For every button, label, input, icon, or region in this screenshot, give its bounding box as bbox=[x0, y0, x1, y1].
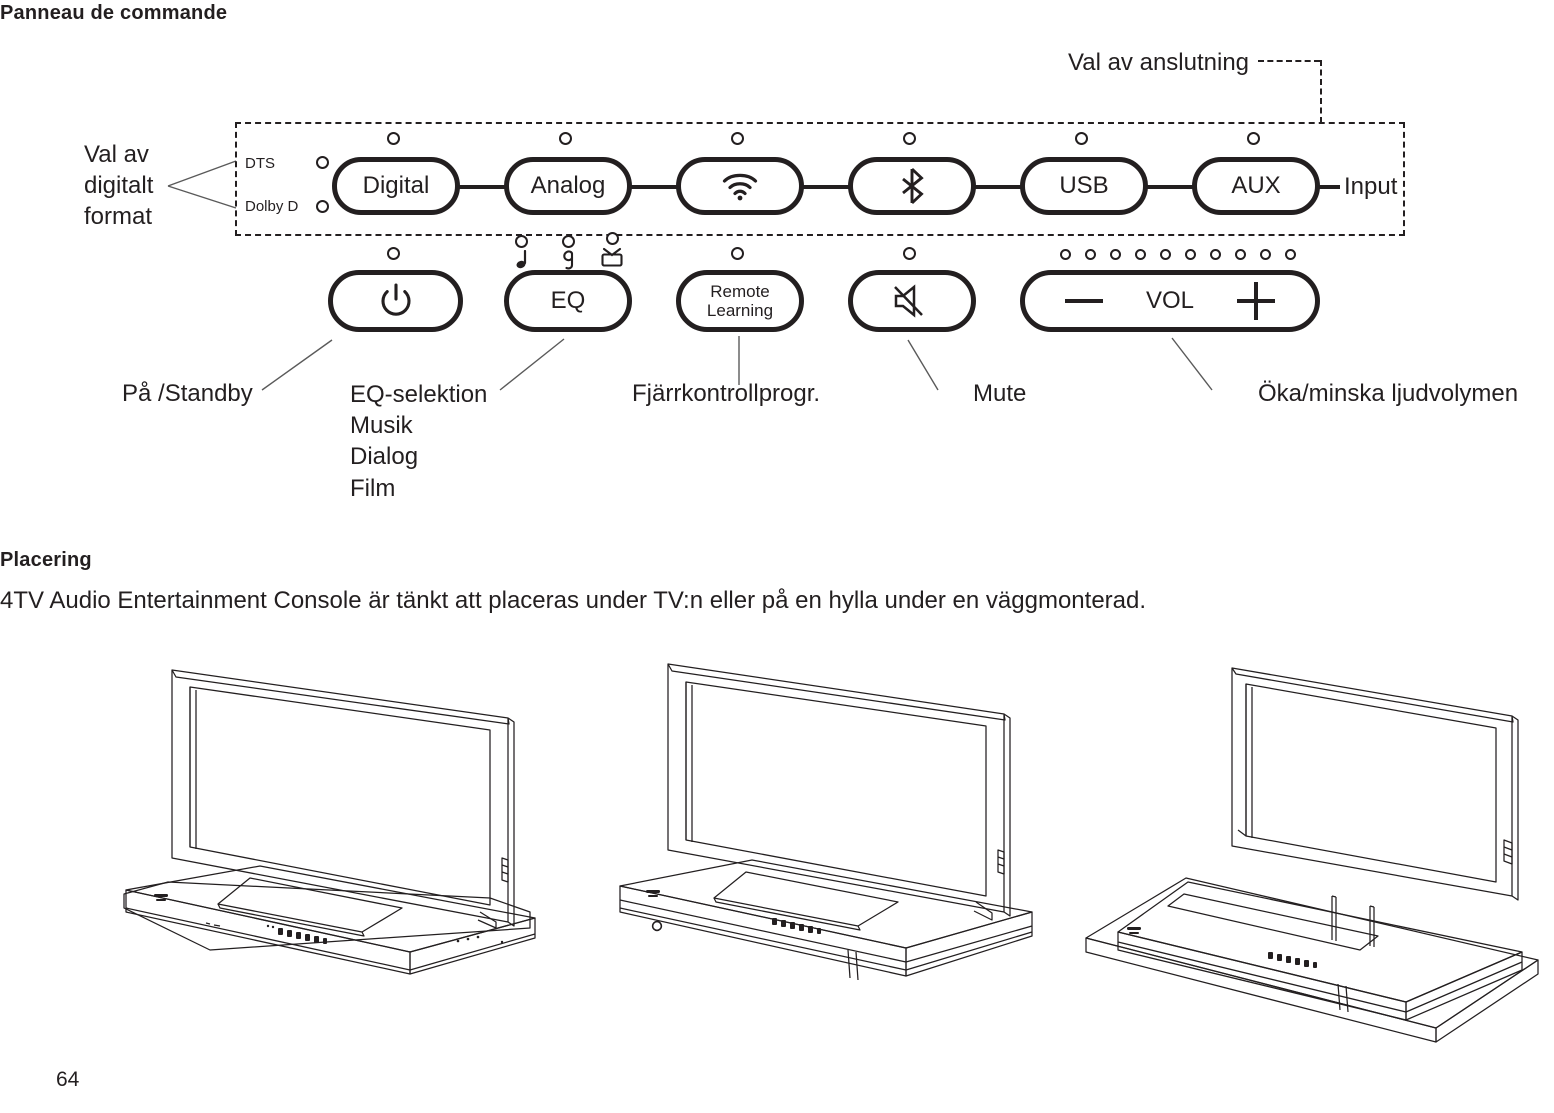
connector-wifi-bluetooth bbox=[799, 185, 851, 189]
volume-led-9-icon bbox=[1260, 249, 1271, 260]
callout-eq-selection-title: EQ-selektion bbox=[350, 381, 488, 408]
source-button-usb-label: USB bbox=[1059, 172, 1109, 200]
volume-up-icon[interactable] bbox=[1237, 282, 1275, 320]
callout-connection-select: Val av anslutning bbox=[1068, 49, 1250, 76]
placement-text: 4TV Audio Entertainment Console är tänkt… bbox=[0, 587, 1147, 614]
remote-learning-label-line-1: Remote bbox=[710, 281, 770, 301]
connection-callout-elbow-horizontal bbox=[1258, 60, 1320, 62]
remote-button-led-icon bbox=[731, 247, 744, 260]
power-button-led-icon bbox=[387, 247, 400, 260]
volume-led-3-icon bbox=[1110, 249, 1121, 260]
volume-led-10-icon bbox=[1285, 249, 1296, 260]
page-number: 64 bbox=[56, 1068, 80, 1091]
callout-eq-mode-film: Film bbox=[350, 474, 396, 502]
callout-eq-mode-musik: Musik bbox=[350, 412, 413, 440]
bluetooth-button-led-icon bbox=[903, 132, 916, 145]
input-label: Input bbox=[1344, 173, 1398, 200]
film-tv-icon bbox=[598, 244, 626, 268]
dialog-icon bbox=[558, 250, 578, 270]
source-button-wifi[interactable] bbox=[676, 157, 804, 215]
volume-led-7-icon bbox=[1210, 249, 1221, 260]
callout-eq-mode-dialog: Dialog bbox=[350, 443, 419, 471]
dolby-d-led-icon bbox=[316, 200, 329, 213]
connector-analog-wifi bbox=[628, 185, 681, 189]
dts-led-icon bbox=[316, 156, 329, 169]
power-icon bbox=[379, 283, 413, 319]
tv-on-console-angled-view-drawing bbox=[619, 663, 1033, 981]
callout-digital-format-line-2: digitalt bbox=[84, 172, 154, 200]
source-button-aux-label: AUX bbox=[1231, 172, 1281, 200]
power-standby-button[interactable] bbox=[328, 270, 463, 332]
volume-down-icon[interactable] bbox=[1065, 299, 1103, 303]
source-button-analog[interactable]: Analog bbox=[504, 157, 632, 215]
remote-learning-label-line-2: Learning bbox=[706, 301, 774, 320]
illustration-wall-mounted-tv-console-on-shelf bbox=[1060, 650, 1550, 1050]
page-title: Panneau de commande bbox=[0, 2, 228, 24]
volume-label: VOL bbox=[1145, 287, 1195, 314]
connection-callout-elbow-vertical bbox=[1320, 60, 1322, 123]
callout-remote-programming: Fjärrkontrollprogr. bbox=[632, 380, 821, 407]
placement-heading: Placering bbox=[0, 549, 92, 571]
source-button-digital[interactable]: Digital bbox=[332, 157, 460, 215]
connector-bluetooth-usb bbox=[971, 185, 1023, 189]
callout-digital-format-line-1: Val av bbox=[84, 141, 149, 168]
usb-button-led-icon bbox=[1075, 132, 1088, 145]
wifi-button-led-icon bbox=[731, 132, 744, 145]
source-button-digital-label: Digital bbox=[362, 172, 430, 200]
volume-led-4-icon bbox=[1135, 249, 1146, 260]
callout-eq-selection: EQ-selektion Musik Dialog Film bbox=[350, 379, 487, 504]
remote-learning-button-label: Remote Learning bbox=[707, 282, 773, 320]
illustration-tv-on-console-front-view bbox=[110, 650, 540, 1000]
illustration-tv-on-console-angled-view bbox=[600, 650, 1050, 1010]
source-button-usb[interactable]: USB bbox=[1020, 157, 1148, 215]
eq-music-led-icon bbox=[515, 235, 528, 248]
bluetooth-icon bbox=[899, 167, 925, 205]
digital-button-led-icon bbox=[387, 132, 400, 145]
eq-button-label: EQ bbox=[550, 287, 586, 315]
wifi-icon bbox=[720, 171, 760, 201]
volume-button[interactable]: VOL bbox=[1020, 270, 1320, 332]
callout-mute: Mute bbox=[973, 380, 1027, 407]
tv-on-console-front-view-drawing bbox=[123, 669, 536, 975]
callout-digital-format: Val av digitalt format bbox=[84, 139, 153, 233]
connector-usb-aux bbox=[1143, 185, 1195, 189]
analog-button-led-icon bbox=[559, 132, 572, 145]
aux-button-led-icon bbox=[1247, 132, 1260, 145]
source-button-bluetooth[interactable] bbox=[848, 157, 976, 215]
volume-led-8-icon bbox=[1235, 249, 1246, 260]
mute-button-led-icon bbox=[903, 247, 916, 260]
callout-digital-format-line-3: format bbox=[84, 203, 153, 231]
volume-led-5-icon bbox=[1160, 249, 1171, 260]
volume-led-2-icon bbox=[1085, 249, 1096, 260]
source-button-analog-label: Analog bbox=[530, 172, 606, 200]
callout-volume: Öka/minska ljudvolymen bbox=[1258, 380, 1519, 407]
eq-button[interactable]: EQ bbox=[504, 270, 632, 332]
remote-learning-button[interactable]: Remote Learning bbox=[676, 270, 804, 332]
volume-led-1-icon bbox=[1060, 249, 1071, 260]
wall-mounted-tv-console-on-shelf-drawing bbox=[1085, 667, 1539, 1043]
callout-power-standby: På /Standby bbox=[122, 380, 253, 407]
mute-button[interactable] bbox=[848, 270, 976, 332]
volume-led-6-icon bbox=[1185, 249, 1196, 260]
music-note-icon bbox=[512, 249, 530, 270]
indicator-label-dolby-d: Dolby D bbox=[245, 198, 299, 215]
eq-dialog-led-icon bbox=[562, 235, 575, 248]
mute-icon bbox=[892, 284, 932, 318]
indicator-label-dts: DTS bbox=[245, 155, 275, 172]
source-button-aux[interactable]: AUX bbox=[1192, 157, 1320, 215]
volume-button-inner: VOL bbox=[1025, 275, 1315, 327]
